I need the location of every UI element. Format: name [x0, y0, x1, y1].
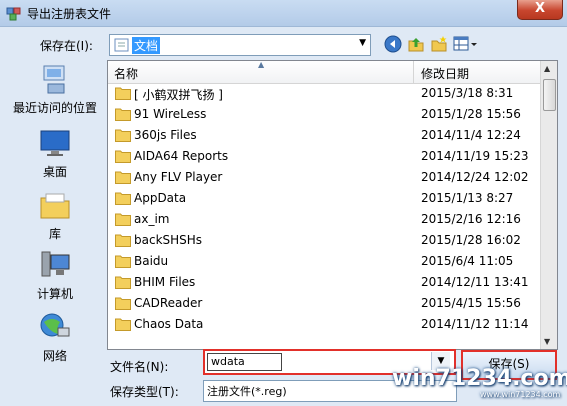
place-desktop[interactable]: 桌面 — [6, 126, 104, 180]
up-folder-icon[interactable] — [407, 35, 425, 53]
file-date: 2014/11/4 12:24 — [421, 128, 521, 142]
place-label: 网络 — [42, 349, 67, 363]
back-icon[interactable] — [384, 35, 402, 53]
file-date: 2014/11/12 11:14 — [421, 317, 529, 331]
vertical-scrollbar[interactable]: ▲ ▼ — [540, 61, 557, 349]
desktop-icon — [40, 130, 70, 156]
file-date: 2015/1/13 8:27 — [421, 191, 514, 205]
scroll-up-icon[interactable]: ▲ — [544, 64, 550, 73]
regedit-icon — [6, 7, 21, 21]
list-item[interactable]: Chaos Data 2014/11/12 11:14 — [108, 314, 540, 335]
file-name: ax_im — [134, 212, 170, 226]
list-item[interactable]: AppData 2015/1/13 8:27 — [108, 188, 540, 209]
file-date: 2014/11/19 15:23 — [421, 149, 529, 163]
place-libraries[interactable]: 库 — [6, 188, 104, 242]
file-name: Any FLV Player — [134, 170, 223, 184]
libraries-icon — [40, 193, 70, 219]
place-recent[interactable]: 最近访问的位置 — [6, 62, 104, 116]
folder-icon — [115, 213, 131, 226]
scroll-down-icon[interactable]: ▼ — [544, 337, 550, 346]
column-divider[interactable] — [413, 61, 414, 83]
place-computer[interactable]: 计算机 — [6, 248, 104, 302]
folder-icon — [115, 297, 131, 310]
watermark-subtext: www.win71234.com — [480, 390, 561, 399]
list-item[interactable]: [ 小鹤双拼飞扬 ] 2015/3/18 8:31 — [108, 83, 540, 104]
file-name-input[interactable]: wdata — [207, 353, 282, 371]
title-bar: 导出注册表文件 X — [0, 0, 567, 27]
file-list[interactable]: 名称 ▲ 修改日期 [ 小鹤双拼飞扬 ] 2015/3/18 8:31 91 Wir… — [107, 60, 558, 350]
list-item[interactable]: backSHSHs 2015/1/28 16:02 — [108, 230, 540, 251]
folder-icon — [115, 276, 131, 289]
file-type-label: 保存类型(T): — [110, 385, 179, 399]
place-label: 桌面 — [42, 165, 67, 179]
file-name-label: 文件名(N): — [110, 360, 169, 374]
place-label: 库 — [48, 227, 61, 241]
file-date: 2015/1/28 15:56 — [421, 107, 521, 121]
list-item[interactable]: AIDA64 Reports 2014/11/19 15:23 — [108, 146, 540, 167]
computer-icon — [41, 251, 70, 277]
places-bar: 最近访问的位置 桌面 库 计算机 网络 — [6, 60, 104, 364]
file-name: 91 WireLess — [134, 107, 207, 121]
list-item[interactable]: BHIM Files 2014/12/11 13:41 — [108, 272, 540, 293]
file-name: Chaos Data — [134, 317, 204, 331]
watermark-text: win71234.com — [392, 366, 567, 391]
new-folder-icon[interactable] — [430, 35, 448, 53]
file-name: BHIM Files — [134, 275, 196, 289]
file-name: [ 小鹤双拼飞扬 ] — [134, 88, 223, 102]
file-name: Baidu — [134, 254, 169, 268]
column-header-date[interactable]: 修改日期 — [421, 65, 469, 82]
file-date: 2015/2/16 12:16 — [421, 212, 521, 226]
folder-icon — [115, 150, 131, 163]
scrollbar-thumb[interactable] — [543, 79, 556, 111]
file-date: 2014/12/11 13:41 — [421, 275, 529, 289]
chevron-down-icon[interactable]: ▼ — [359, 38, 366, 48]
file-name: AppData — [134, 191, 187, 205]
folder-icon — [115, 192, 131, 205]
folder-icon — [115, 108, 131, 121]
folder-icon — [115, 87, 131, 100]
file-date: 2015/4/15 15:56 — [421, 296, 521, 310]
file-date: 2015/3/18 8:31 — [421, 86, 514, 100]
window-title: 导出注册表文件 — [27, 7, 112, 21]
folder-icon — [115, 318, 131, 331]
folder-icon — [115, 255, 131, 268]
network-icon — [40, 313, 70, 337]
file-name: AIDA64 Reports — [134, 149, 229, 163]
list-item[interactable]: ax_im 2015/2/16 12:16 — [108, 209, 540, 230]
place-label: 计算机 — [36, 287, 73, 301]
list-header: 名称 ▲ 修改日期 — [108, 61, 540, 84]
list-item[interactable]: CADReader 2015/4/15 15:56 — [108, 293, 540, 314]
file-name: 360js Files — [134, 128, 197, 142]
save-in-dropdown[interactable]: 文档 ▼ — [109, 34, 371, 56]
file-date: 2014/12/24 12:02 — [421, 170, 529, 184]
list-item[interactable]: 360js Files 2014/11/4 12:24 — [108, 125, 540, 146]
file-date: 2015/1/28 16:02 — [421, 233, 521, 247]
save-in-label: 保存在(I): — [40, 39, 93, 53]
folder-icon — [115, 234, 131, 247]
view-menu-icon[interactable] — [453, 35, 479, 53]
sort-ascending-icon: ▲ — [258, 60, 265, 69]
close-button[interactable]: X — [517, 0, 563, 20]
file-type-value: 注册文件(*.reg) — [207, 385, 287, 398]
file-name: CADReader — [134, 296, 203, 310]
recent-places-icon — [43, 65, 65, 94]
documents-folder-icon — [114, 38, 129, 52]
column-header-name[interactable]: 名称 — [114, 65, 138, 82]
place-network[interactable]: 网络 — [6, 310, 104, 364]
folder-icon — [115, 129, 131, 142]
place-label: 最近访问的位置 — [12, 101, 97, 115]
file-date: 2015/6/4 11:05 — [421, 254, 514, 268]
folder-icon — [115, 171, 131, 184]
list-item[interactable]: 91 WireLess 2015/1/28 15:56 — [108, 104, 540, 125]
list-item[interactable]: Baidu 2015/6/4 11:05 — [108, 251, 540, 272]
save-in-value: 文档 — [132, 37, 161, 54]
watermark-logo: win71234.com www.win71234.com — [392, 366, 567, 406]
list-item[interactable]: Any FLV Player 2014/12/24 12:02 — [108, 167, 540, 188]
file-name: backSHSHs — [134, 233, 203, 247]
